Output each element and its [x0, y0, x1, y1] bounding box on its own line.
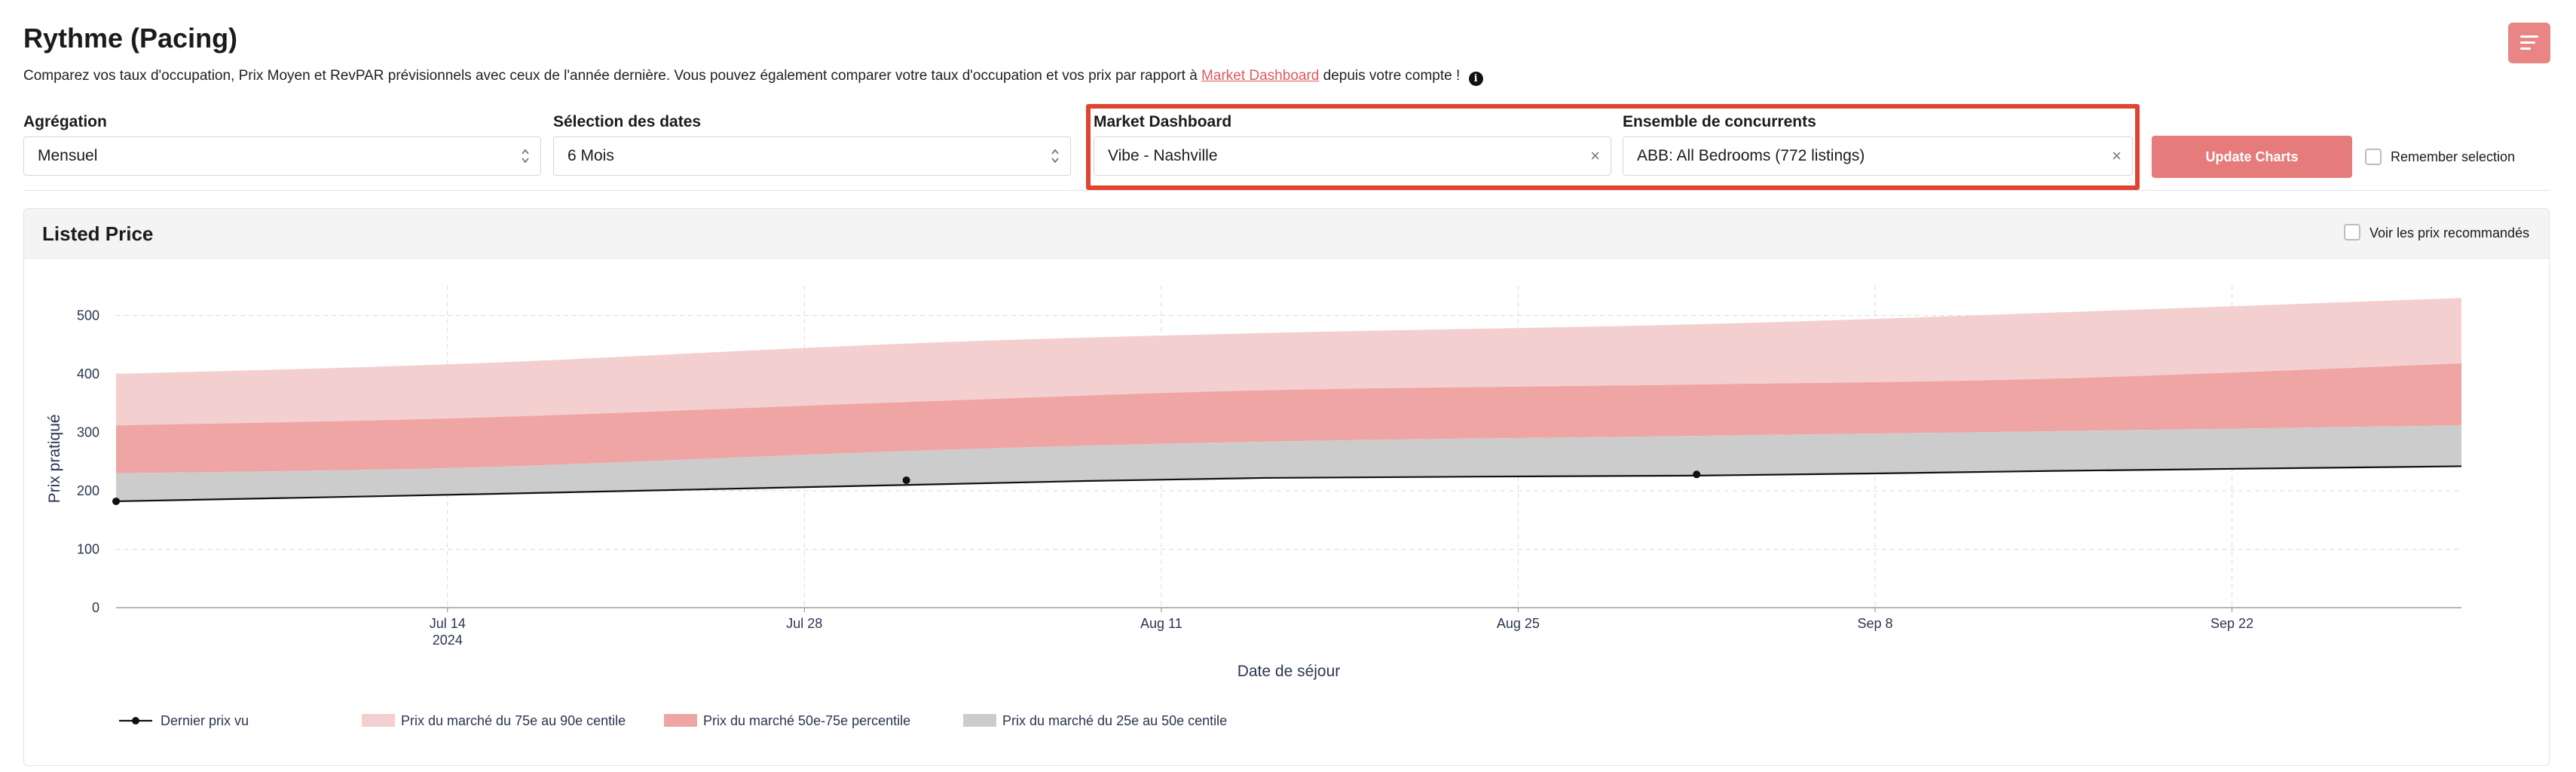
select-arrows-icon: [1051, 149, 1059, 164]
date-selection-value: 6 Mois: [568, 147, 614, 164]
listed-price-card: Listed Price Voir les prix recommandés 0…: [23, 208, 2550, 766]
x-tick-label: Sep 8: [1857, 616, 1892, 631]
x-axis-title: Date de séjour: [1238, 663, 1341, 680]
legend-swatch: [664, 714, 697, 727]
aggregation-value: Mensuel: [38, 147, 98, 164]
aggregation-select[interactable]: Mensuel: [23, 136, 541, 176]
update-charts-button[interactable]: Update Charts: [2152, 136, 2352, 178]
y-tick-label: 200: [77, 483, 99, 498]
remember-selection-checkbox[interactable]: [2365, 149, 2382, 165]
legend-label: Prix du marché du 25e au 50e centile: [1002, 713, 1227, 728]
select-arrows-icon: [522, 149, 529, 164]
date-selection-select[interactable]: 6 Mois: [553, 136, 1071, 176]
divider: [23, 190, 2550, 191]
last-seen-price-marker: [112, 497, 120, 505]
menu-icon-line: [2520, 41, 2535, 44]
y-tick-label: 500: [77, 308, 99, 323]
legend-swatch: [362, 714, 395, 727]
x-tick-label: Aug 11: [1140, 616, 1182, 631]
x-tick-label: Jul 14: [430, 616, 466, 631]
x-tick-label: Jul 28: [786, 616, 822, 631]
legend-line-marker: [132, 717, 139, 725]
menu-button[interactable]: [2508, 23, 2550, 63]
info-icon[interactable]: i: [1468, 72, 1483, 86]
y-axis-title: Prix pratiqué: [46, 414, 63, 503]
listed-price-chart: 0 100 200 300 400 500 Jul 14 2024 Jul 28 Aug 11 Au…: [46, 286, 2462, 728]
legend-label: Dernier prix vu: [161, 713, 249, 728]
subtitle-text: Comparez vos taux d'occupation, Prix Moy…: [23, 68, 1202, 84]
menu-icon: [2520, 35, 2538, 38]
chart-legend: Dernier prix vu Prix du marché du 75e au …: [119, 713, 1227, 728]
last-seen-price-marker: [902, 476, 910, 485]
date-selection-label: Sélection des dates: [553, 113, 702, 130]
menu-icon-line: [2520, 47, 2531, 50]
aggregation-label: Agrégation: [23, 113, 107, 130]
page-subtitle: Comparez vos taux d'occupation, Prix Moy…: [23, 68, 1483, 86]
legend-label: Prix du marché du 75e au 90e centile: [401, 713, 626, 728]
x-tick-label: Sep 22: [2210, 616, 2253, 631]
remember-selection-label: Remember selection: [2391, 149, 2516, 164]
legend-label: Prix du marché 50e-75e percentile: [703, 713, 910, 728]
x-tick-label: Aug 25: [1497, 616, 1540, 631]
y-tick-label: 0: [92, 600, 99, 615]
x-tick-sublabel: 2024: [433, 633, 463, 648]
last-seen-price-marker: [1693, 470, 1701, 479]
y-tick-label: 100: [77, 542, 99, 557]
y-tick-label: 400: [77, 366, 99, 381]
page-title: Rythme (Pacing): [23, 23, 238, 54]
market-dashboard-link[interactable]: Market Dashboard: [1201, 68, 1319, 84]
legend-swatch: [963, 714, 996, 727]
highlight-box: [1086, 104, 2140, 190]
subtitle-text-end: depuis votre compte !: [1319, 68, 1461, 84]
y-tick-label: 300: [77, 425, 99, 440]
